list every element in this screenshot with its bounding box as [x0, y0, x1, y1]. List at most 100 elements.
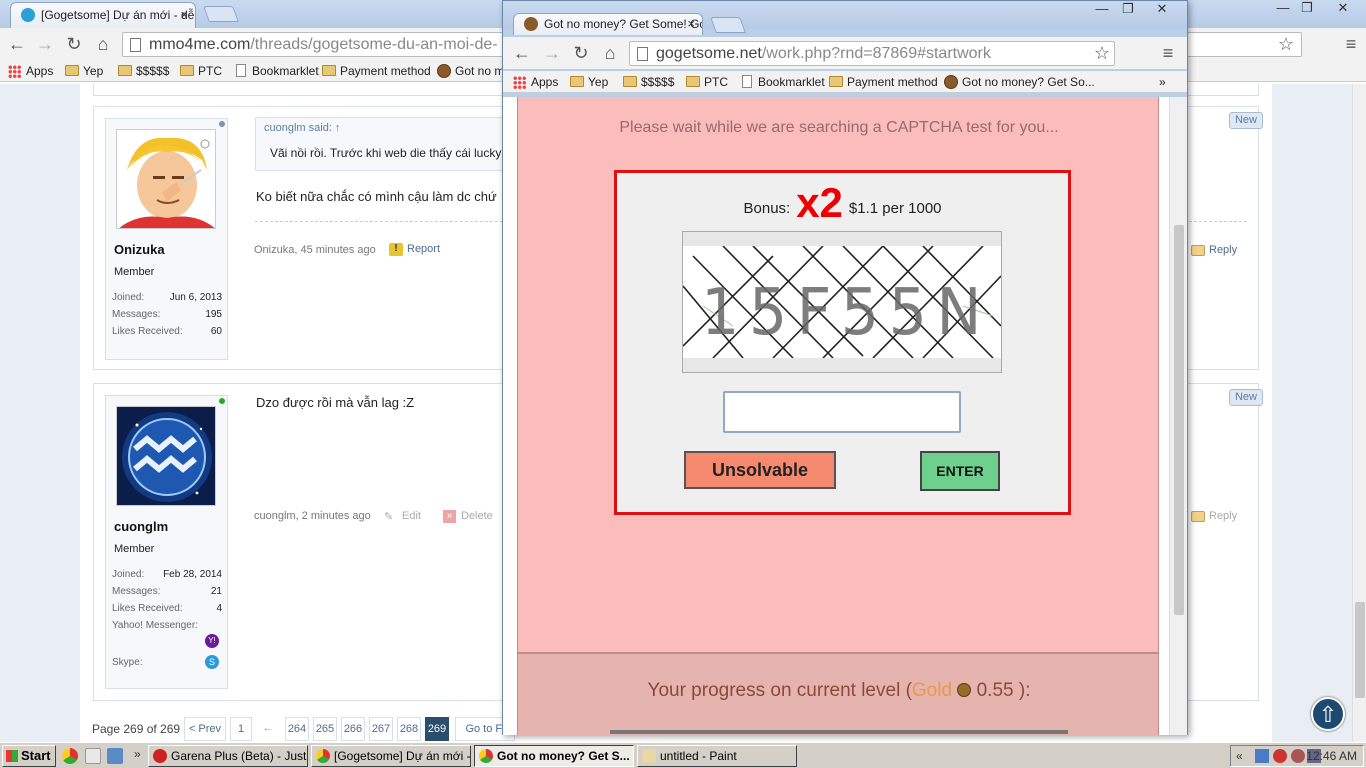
- tray-garena-icon[interactable]: [1273, 749, 1287, 763]
- taskbar-item-forum[interactable]: [Gogetsome] Dự án mới -...: [311, 745, 471, 767]
- avatar[interactable]: [116, 129, 216, 229]
- chrome-quicklaunch-icon[interactable]: [62, 748, 78, 764]
- captcha-answer-input[interactable]: [723, 391, 961, 433]
- close-window-icon[interactable]: ✕: [1332, 0, 1354, 16]
- page-button-269-current[interactable]: 269: [425, 717, 449, 741]
- report-label: Report: [407, 243, 441, 255]
- tray-expand-icon[interactable]: «: [1236, 746, 1243, 766]
- bookmark-money[interactable]: $$$$$: [623, 74, 674, 90]
- bookmark-yep[interactable]: Yep: [65, 63, 103, 79]
- searching-message: Please wait while we are searching a CAP…: [619, 119, 1059, 136]
- bookmark-money[interactable]: $$$$$: [118, 63, 169, 79]
- delete-icon: ×: [443, 510, 456, 523]
- stat-label: Skype:: [112, 657, 143, 668]
- reply-link[interactable]: Reply: [1191, 244, 1237, 256]
- quote-header[interactable]: cuonglm said: ↑: [264, 122, 340, 134]
- username[interactable]: cuonglm: [114, 519, 168, 534]
- bookmark-bookmarklet[interactable]: Bookmarklet: [234, 63, 319, 79]
- tray-app-icon[interactable]: [1255, 749, 1269, 763]
- bookmark-ptc[interactable]: PTC: [180, 63, 222, 79]
- reply-icon: [1191, 511, 1205, 522]
- minimize-icon[interactable]: —: [1272, 0, 1294, 16]
- forward-arrow-icon[interactable]: →: [541, 42, 563, 64]
- menu-icon[interactable]: ≡: [1157, 42, 1179, 64]
- prev-page-button[interactable]: < Prev: [184, 717, 226, 741]
- back-arrow-icon[interactable]: ←: [511, 42, 533, 64]
- scrollbar-thumb[interactable]: [1355, 602, 1365, 698]
- bookmark-label: $$$$$: [641, 75, 675, 89]
- bonus-label: Bonus:: [743, 200, 791, 217]
- taskbar-item-paint[interactable]: untitled - Paint: [637, 745, 797, 767]
- reply-link[interactable]: Reply: [1191, 510, 1237, 522]
- bookmark-star-icon[interactable]: ☆: [1091, 42, 1113, 64]
- tab-gogetsome-thread[interactable]: [Gogetsome] Dự án mới - dễ ×: [10, 2, 196, 28]
- yahoo-messenger-icon[interactable]: Y!: [205, 634, 219, 648]
- tray-messenger-icon[interactable]: [1291, 749, 1305, 763]
- reload-icon[interactable]: ↻: [63, 33, 85, 55]
- more-bookmarks-chevron-icon[interactable]: »: [1159, 74, 1166, 90]
- stat-likes: Likes Received: 4: [112, 603, 222, 614]
- more-quicklaunch-chevron-icon[interactable]: »: [134, 747, 141, 761]
- post-meta: Onizuka, 45 minutes ago: [254, 244, 376, 256]
- bookmark-apps[interactable]: Apps: [8, 63, 53, 79]
- page-button-265[interactable]: 265: [313, 717, 337, 741]
- tab-got-no-money[interactable]: Got no money? Get Some! Go ×: [513, 13, 703, 35]
- page-button-1[interactable]: 1: [230, 717, 252, 741]
- close-tab-icon[interactable]: ×: [687, 14, 695, 34]
- progress-suffix: ):: [1018, 680, 1031, 701]
- new-tab-button[interactable]: [710, 17, 746, 33]
- username[interactable]: Onizuka: [114, 242, 165, 257]
- bookmark-ptc[interactable]: PTC: [686, 74, 728, 90]
- delete-link[interactable]: × Delete: [443, 510, 493, 523]
- page-button-267[interactable]: 267: [369, 717, 393, 741]
- popup-address-bar[interactable]: gogetsome.net/work.php?rnd=87869#startwo…: [629, 41, 1115, 66]
- skype-icon[interactable]: S: [205, 655, 219, 669]
- new-tab-button[interactable]: [203, 6, 239, 22]
- new-badge: New: [1229, 389, 1263, 406]
- bookmark-got-no-money[interactable]: Got no mo: [437, 63, 511, 79]
- home-icon[interactable]: ⌂: [92, 33, 114, 55]
- bookmark-payment-method[interactable]: Payment method: [322, 63, 431, 79]
- stat-value: 4: [216, 603, 222, 614]
- popup-bookmarks-bar: Apps Yep $$$$$ PTC Bookmarklet Payment m…: [503, 71, 1187, 93]
- taskbar-item-gogetsome[interactable]: Got no money? Get S...: [474, 745, 634, 767]
- home-icon[interactable]: ⌂: [599, 42, 621, 64]
- bookmark-got-no-money[interactable]: Got no money? Get So...: [944, 74, 1095, 90]
- report-link[interactable]: ! Report: [389, 243, 441, 256]
- taskbar-item-garena[interactable]: Garena Plus (Beta) - Just...: [148, 745, 308, 767]
- bookmark-apps[interactable]: Apps: [513, 74, 558, 90]
- restore-icon[interactable]: ❐: [1296, 0, 1318, 16]
- forward-arrow-icon[interactable]: →: [34, 33, 56, 55]
- clock[interactable]: 12:46 AM: [1306, 746, 1357, 766]
- page-jump-arrow[interactable]: ←: [258, 717, 278, 741]
- bookmark-label: Bookmarklet: [758, 75, 825, 89]
- desktop-quicklaunch-icon[interactable]: [107, 748, 123, 764]
- captcha-noise-svg: 15F55N: [683, 246, 1001, 358]
- bookmark-payment-method[interactable]: Payment method: [829, 74, 938, 90]
- gogetsome-popup-window: Got no money? Get Some! Go × — ❐ ✕ ← → ↻…: [502, 0, 1188, 735]
- bookmark-yep[interactable]: Yep: [570, 74, 608, 90]
- close-tab-icon[interactable]: ×: [180, 3, 188, 27]
- restore-icon[interactable]: ❐: [1117, 1, 1139, 17]
- enter-button[interactable]: ENTER: [920, 451, 1000, 491]
- start-button[interactable]: Start: [2, 745, 56, 767]
- unsolvable-button[interactable]: Unsolvable: [684, 451, 836, 489]
- close-window-icon[interactable]: ✕: [1151, 1, 1173, 17]
- reload-icon[interactable]: ↻: [570, 42, 592, 64]
- scroll-to-top-icon[interactable]: ⇧: [1311, 697, 1345, 731]
- back-arrow-icon[interactable]: ←: [6, 33, 28, 55]
- page-button-264[interactable]: 264: [285, 717, 309, 741]
- stat-joined: Joined: Jun 6, 2013: [112, 292, 222, 303]
- scrollbar-thumb[interactable]: [1174, 225, 1184, 615]
- calendar-quicklaunch-icon[interactable]: [85, 748, 101, 764]
- minimize-icon[interactable]: —: [1091, 1, 1113, 17]
- avatar[interactable]: [116, 406, 216, 506]
- page-button-266[interactable]: 266: [341, 717, 365, 741]
- page-button-268[interactable]: 268: [397, 717, 421, 741]
- menu-icon[interactable]: ≡: [1340, 33, 1362, 55]
- edit-link[interactable]: ✎ Edit: [384, 510, 421, 523]
- page-scrollbar[interactable]: [1352, 84, 1366, 742]
- bookmark-bookmarklet[interactable]: Bookmarklet: [740, 74, 825, 90]
- bookmark-star-icon[interactable]: ☆: [1275, 33, 1297, 55]
- popup-scrollbar[interactable]: [1169, 97, 1187, 735]
